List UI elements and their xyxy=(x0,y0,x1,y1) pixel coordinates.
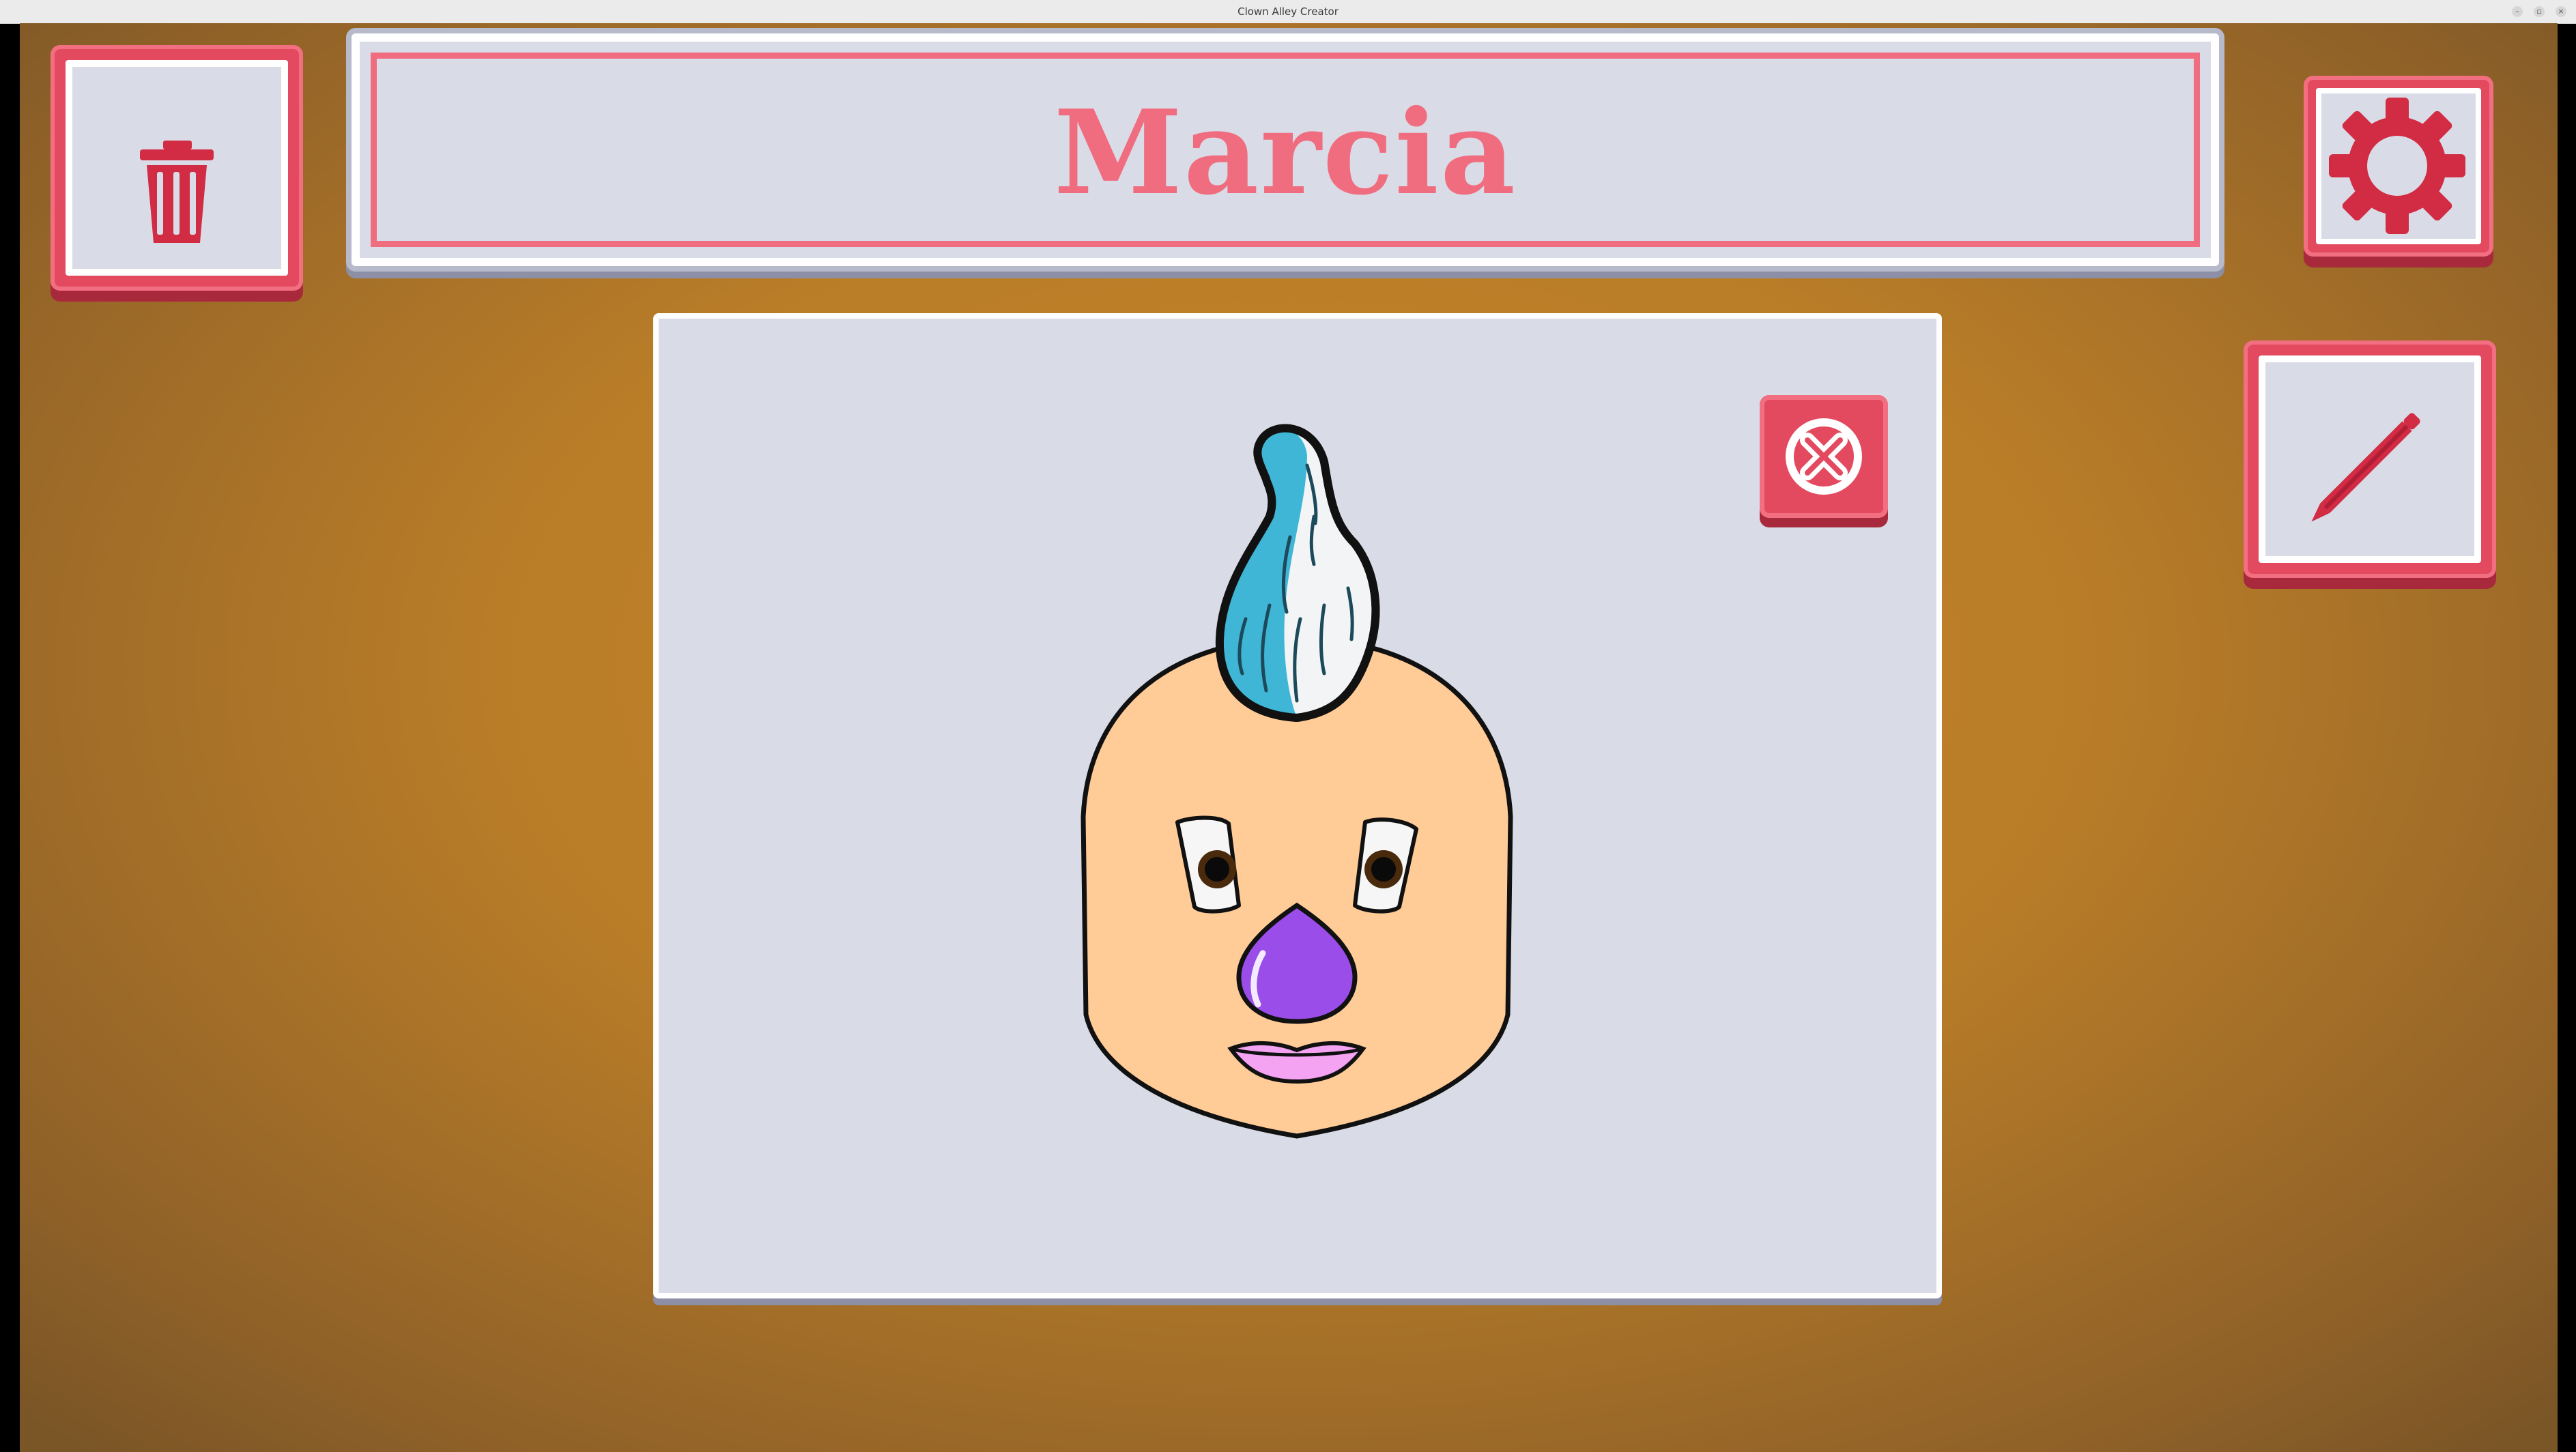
clown-hair xyxy=(1215,424,1380,723)
close-preview-button[interactable] xyxy=(1760,395,1888,518)
settings-button[interactable] xyxy=(2304,76,2493,257)
clown-preview-panel xyxy=(653,313,1942,1298)
window-close-button[interactable]: × xyxy=(2556,6,2566,17)
clown-portrait xyxy=(1081,424,1513,1139)
name-banner: Marcia xyxy=(346,28,2224,272)
window-title: Clown Alley Creator xyxy=(1237,5,1339,18)
game-area: Marcia xyxy=(20,23,2558,1452)
close-icon xyxy=(1786,418,1862,495)
gear-icon xyxy=(2329,98,2465,234)
pencil-icon xyxy=(2311,413,2420,522)
trash-icon xyxy=(140,141,214,243)
minimize-button[interactable]: – xyxy=(2512,6,2523,17)
maximize-button[interactable]: ▫ xyxy=(2534,6,2545,17)
window-titlebar: Clown Alley Creator – ▫ × xyxy=(0,0,2576,24)
edit-button[interactable] xyxy=(2244,340,2496,578)
clown-name-title: Marcia xyxy=(1053,84,1517,221)
delete-button[interactable] xyxy=(51,45,303,291)
